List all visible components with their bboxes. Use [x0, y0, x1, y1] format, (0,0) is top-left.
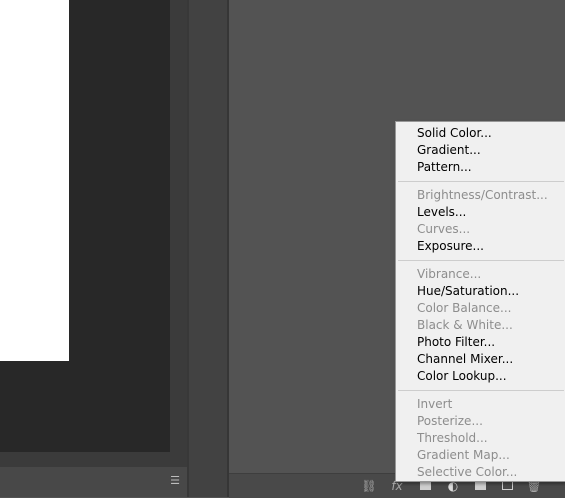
document-page[interactable]	[0, 0, 69, 361]
vertical-scrollbar[interactable]	[170, 0, 187, 467]
menu-separator	[398, 181, 564, 182]
menu-item-vibrance: Vibrance...	[417, 267, 482, 281]
menu-item-curves: Curves...	[417, 222, 471, 236]
menu-item-pattern[interactable]: Pattern...	[396, 159, 565, 176]
menu-item-brightness-contrast: Brightness/Contrast...	[417, 188, 548, 202]
menu-item-black-white: Black & White...	[417, 318, 513, 332]
hamburger-icon[interactable]: ☰	[169, 474, 181, 488]
menu-item-gradient-map: Gradient Map...	[417, 448, 510, 462]
menu-item-threshold: Threshold...	[417, 431, 488, 445]
document-status-bar: ☰	[0, 467, 187, 497]
menu-item-posterize: Posterize...	[417, 414, 483, 428]
link-icon[interactable]: ⛓	[361, 478, 377, 494]
menu-item-gradient[interactable]: Gradient...	[396, 142, 565, 159]
menu-item-hue-saturation[interactable]: Hue/Saturation...	[396, 283, 565, 300]
adjustment-layer-menu: Solid Color... Gradient... Pattern... Br…	[395, 121, 565, 482]
menu-separator	[398, 390, 564, 391]
menu-item-solid-color[interactable]: Solid Color...	[396, 125, 565, 142]
menu-item-invert: Invert	[417, 397, 453, 411]
menu-item-selective-color: Selective Color...	[417, 465, 518, 479]
menu-item-exposure[interactable]: Exposure...	[396, 238, 565, 255]
menu-item-color-balance: Color Balance...	[417, 301, 512, 315]
menu-item-color-lookup[interactable]: Color Lookup...	[396, 368, 565, 385]
menu-separator	[398, 260, 564, 261]
menu-item-channel-mixer[interactable]: Channel Mixer...	[396, 351, 565, 368]
document-canvas-area[interactable]	[0, 0, 170, 452]
menu-item-levels[interactable]: Levels...	[396, 204, 565, 221]
collapsed-panel-strip[interactable]	[189, 0, 227, 497]
menu-item-photo-filter[interactable]: Photo Filter...	[396, 334, 565, 351]
horizontal-scrollbar[interactable]	[0, 452, 187, 467]
